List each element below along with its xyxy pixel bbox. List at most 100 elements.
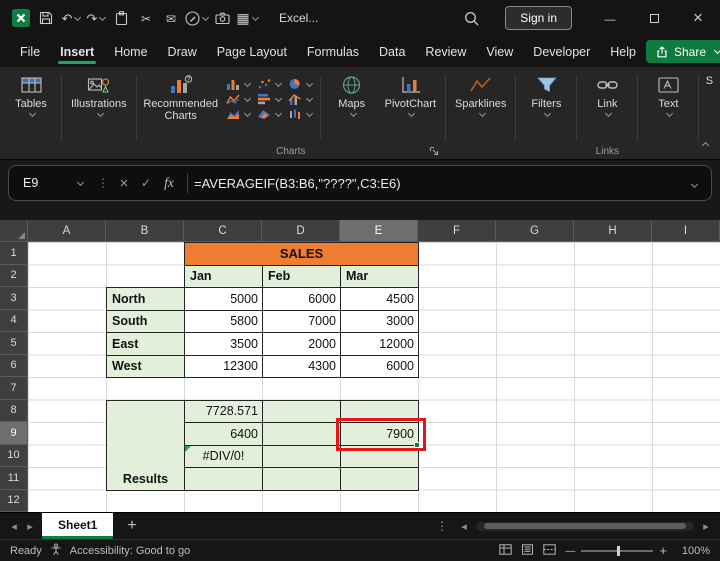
select-all-corner[interactable] xyxy=(0,220,28,242)
row-header-1[interactable]: 1 xyxy=(0,242,28,265)
accessibility-icon[interactable] xyxy=(50,543,62,558)
horizontal-scrollbar[interactable] xyxy=(456,520,714,533)
cell-c3[interactable]: 5000 xyxy=(184,287,263,311)
cell-e4[interactable]: 3000 xyxy=(340,310,419,334)
cell-e11[interactable] xyxy=(340,467,419,491)
row-header-7[interactable]: 7 xyxy=(0,377,28,400)
camera-icon[interactable] xyxy=(211,5,233,31)
sparklines-button[interactable]: Sparklines xyxy=(449,69,512,116)
cell-c6[interactable]: 12300 xyxy=(184,355,263,379)
zoom-slider[interactable] xyxy=(581,550,653,552)
cell-c9[interactable]: 6400 xyxy=(184,422,263,446)
sheet-tab-sheet1[interactable]: Sheet1 xyxy=(42,513,113,539)
charts-dialog-launcher-icon[interactable] xyxy=(429,146,439,156)
recommended-charts-button[interactable]: ? Recommended Charts xyxy=(140,69,222,122)
col-header-f[interactable]: F xyxy=(418,220,496,242)
col-header-a[interactable]: A xyxy=(28,220,106,242)
cell-b6[interactable]: West xyxy=(106,355,185,379)
cell-d6[interactable]: 4300 xyxy=(262,355,341,379)
cell-b4[interactable]: South xyxy=(106,310,185,334)
zoom-out-icon[interactable] xyxy=(565,545,575,557)
expand-formula-bar-icon[interactable] xyxy=(689,174,711,192)
tab-insert[interactable]: Insert xyxy=(50,36,104,67)
maximize-button[interactable] xyxy=(632,0,676,36)
normal-view-icon[interactable] xyxy=(499,544,512,558)
share-button[interactable]: Share xyxy=(646,40,720,63)
link-button[interactable]: Link xyxy=(580,69,634,116)
excel-logo-icon[interactable] xyxy=(10,5,32,31)
scroll-left-icon[interactable] xyxy=(456,520,472,533)
scrollbar-track[interactable] xyxy=(476,522,694,531)
tab-page-layout[interactable]: Page Layout xyxy=(207,36,297,67)
tables-button[interactable]: Tables xyxy=(4,69,58,116)
tab-developer[interactable]: Developer xyxy=(523,36,600,67)
filters-button[interactable]: Filters xyxy=(519,69,573,116)
zoom-slider-thumb[interactable] xyxy=(617,546,620,556)
col-header-c[interactable]: C xyxy=(184,220,262,242)
cell-b8-results-label[interactable]: Results xyxy=(106,400,185,491)
tab-draw[interactable]: Draw xyxy=(158,36,207,67)
confirm-entry-icon[interactable] xyxy=(135,176,157,190)
page-layout-view-icon[interactable] xyxy=(521,544,534,558)
close-button[interactable] xyxy=(676,0,720,36)
sign-in-button[interactable]: Sign in xyxy=(505,6,572,30)
row-header-3[interactable]: 3 xyxy=(0,287,28,310)
zoom-in-icon[interactable] xyxy=(659,543,667,558)
tab-review[interactable]: Review xyxy=(415,36,476,67)
cell-d2[interactable]: Feb xyxy=(262,265,341,289)
area-chart-button[interactable] xyxy=(226,108,250,120)
insert-function-button[interactable]: fx xyxy=(157,175,181,191)
cell-c8[interactable]: 7728.571 xyxy=(184,400,263,424)
mail-icon[interactable] xyxy=(160,5,182,31)
row-header-2[interactable]: 2 xyxy=(0,265,28,288)
cell-d3[interactable]: 6000 xyxy=(262,287,341,311)
tab-formulas[interactable]: Formulas xyxy=(297,36,369,67)
cell-d4[interactable]: 7000 xyxy=(262,310,341,334)
cell-c10-error[interactable]: #DIV/0! xyxy=(184,445,263,469)
text-button[interactable]: Text xyxy=(641,69,695,116)
search-icon[interactable] xyxy=(456,5,486,31)
collapse-ribbon-icon[interactable] xyxy=(700,135,708,153)
scrollbar-thumb[interactable] xyxy=(484,523,686,529)
stock-chart-button[interactable] xyxy=(288,108,312,120)
maps-button[interactable]: Maps xyxy=(325,69,379,116)
bar-chart-button[interactable] xyxy=(257,93,281,105)
sheet-options-icon[interactable] xyxy=(436,519,448,533)
cell-c5[interactable]: 3500 xyxy=(184,332,263,356)
cell-e6[interactable]: 6000 xyxy=(340,355,419,379)
cell-e2[interactable]: Mar xyxy=(340,265,419,289)
combo-chart-button[interactable] xyxy=(288,93,312,105)
line-chart-button[interactable] xyxy=(226,93,250,105)
cell-c2[interactable]: Jan xyxy=(184,265,263,289)
save-icon[interactable] xyxy=(35,5,57,31)
cell-b3[interactable]: North xyxy=(106,287,185,311)
pen-icon[interactable] xyxy=(185,5,208,31)
row-header-6[interactable]: 6 xyxy=(0,355,28,378)
accessibility-status[interactable]: Accessibility: Good to go xyxy=(70,545,190,557)
col-header-d[interactable]: D xyxy=(262,220,340,242)
pivotchart-button[interactable]: PivotChart xyxy=(379,69,442,116)
clipboard-icon[interactable] xyxy=(110,5,132,31)
redo-icon[interactable] xyxy=(85,5,107,31)
grid-canvas[interactable]: SALES Jan Feb Mar North South East West … xyxy=(28,242,720,512)
col-header-g[interactable]: G xyxy=(496,220,574,242)
new-sheet-button[interactable] xyxy=(127,517,136,535)
cell-e3[interactable]: 4500 xyxy=(340,287,419,311)
cell-c11[interactable] xyxy=(184,467,263,491)
cell-d8[interactable] xyxy=(262,400,341,424)
col-header-e[interactable]: E xyxy=(340,220,418,242)
column-chart-button[interactable] xyxy=(226,78,250,90)
formula-input[interactable]: =AVERAGEIF(B3:B6,"????",C3:E6) xyxy=(194,176,401,191)
col-header-b[interactable]: B xyxy=(106,220,184,242)
row-header-5[interactable]: 5 xyxy=(0,332,28,355)
page-break-view-icon[interactable] xyxy=(543,544,556,558)
col-header-i[interactable]: I xyxy=(652,220,720,242)
table-grid-icon[interactable] xyxy=(236,5,258,31)
cell-b5[interactable]: East xyxy=(106,332,185,356)
tab-view[interactable]: View xyxy=(476,36,523,67)
tab-file[interactable]: File xyxy=(10,36,50,67)
pie-chart-button[interactable] xyxy=(288,78,312,90)
cell-c1-sales-title[interactable]: SALES xyxy=(184,242,419,266)
prev-sheet-icon[interactable] xyxy=(6,520,22,533)
fill-handle[interactable] xyxy=(414,442,420,448)
